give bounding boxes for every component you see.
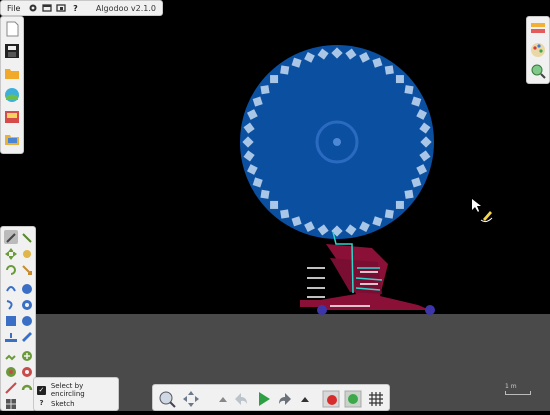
left-toolbar — [0, 16, 24, 154]
select-by-encircling-option[interactable]: ✓ Select by encircling — [37, 382, 118, 398]
spring-tool-icon[interactable] — [20, 297, 34, 311]
support-frame[interactable] — [300, 244, 430, 310]
algobox-icon[interactable] — [3, 108, 21, 126]
pan-icon[interactable] — [181, 389, 201, 409]
plane-tool-icon[interactable] — [4, 329, 18, 343]
rotate-tool-icon[interactable] — [4, 262, 18, 276]
simulation-canvas[interactable] — [0, 0, 550, 411]
cut-tool-icon[interactable] — [4, 281, 18, 295]
window-icon[interactable] — [54, 1, 68, 15]
select-tool-icon[interactable] — [4, 230, 18, 244]
layers-icon[interactable] — [529, 20, 547, 38]
browse-scenes-icon[interactable] — [3, 86, 21, 104]
sketch-cursor-icon — [480, 211, 493, 223]
help-icon[interactable]: ? — [68, 1, 82, 15]
app-title: Algodoo v2.1.0 — [95, 3, 156, 13]
rope-tool-icon[interactable] — [4, 297, 18, 311]
left-axle[interactable] — [317, 305, 327, 315]
wheel-tooth — [395, 75, 404, 84]
grid-icon[interactable] — [366, 389, 386, 409]
help-icon[interactable]: ? — [37, 399, 46, 408]
tracer-tool-icon[interactable] — [20, 380, 34, 394]
circle-tool-icon[interactable] — [20, 313, 34, 327]
wheel-tooth — [270, 200, 279, 209]
sketch-tool-icon[interactable] — [20, 230, 34, 244]
undo-icon[interactable] — [231, 389, 251, 409]
follow-icon[interactable] — [343, 389, 363, 409]
sketch-option[interactable]: ? Sketch — [37, 399, 75, 408]
fixate-tool-icon[interactable] — [20, 364, 34, 378]
hinge-tool-icon[interactable] — [20, 348, 34, 362]
scale-bar-label: 1 m — [505, 383, 517, 390]
redo-icon[interactable] — [275, 389, 295, 409]
wheel-tooth — [404, 85, 414, 95]
right-axle[interactable] — [425, 305, 435, 315]
wheel-tooth — [384, 209, 394, 219]
drag-tool-icon[interactable] — [20, 246, 34, 260]
select-by-encircling-label: Select by encircling — [50, 382, 85, 398]
wheel-tooth — [395, 200, 404, 209]
palette-icon[interactable] — [529, 41, 547, 59]
expand-up-icon[interactable] — [295, 389, 315, 409]
right-toolbar — [526, 16, 550, 84]
gear-tool-icon[interactable] — [20, 281, 34, 295]
bottom-toolbar — [152, 384, 390, 411]
scale-bar — [505, 391, 531, 395]
open-folder-icon[interactable] — [3, 64, 21, 82]
wheel-tooth — [260, 189, 270, 199]
checkbox-checked-icon[interactable]: ✓ — [37, 385, 46, 395]
gear-icon[interactable] — [26, 1, 40, 15]
wheel-tooth — [280, 65, 290, 75]
wheel-tooth — [384, 65, 394, 75]
file-menu[interactable]: File — [1, 4, 26, 13]
thruster-tool-icon[interactable] — [4, 364, 18, 378]
record-icon[interactable] — [321, 389, 341, 409]
collapse-up-icon[interactable] — [213, 389, 233, 409]
scale-tool-icon[interactable] — [20, 262, 34, 276]
chain-tool-icon[interactable] — [4, 348, 18, 362]
laser-tool-icon[interactable] — [4, 380, 18, 394]
wheel-tooth — [270, 75, 279, 84]
menu-bar: File ? Algodoo v2.1.0 — [0, 0, 163, 16]
wheel[interactable] — [240, 45, 434, 239]
zoom-icon[interactable] — [157, 389, 177, 409]
box-tool-icon[interactable] — [4, 313, 18, 327]
sketch-label: Sketch — [51, 399, 75, 408]
polygon-tool-icon[interactable] — [20, 329, 34, 343]
window-icon[interactable] — [40, 1, 54, 15]
tool-palette — [0, 226, 36, 411]
move-tool-icon[interactable] — [4, 246, 18, 260]
texture-tool-icon[interactable] — [4, 396, 18, 410]
wheel-tooth — [260, 85, 270, 95]
zoom-settings-icon[interactable] — [529, 62, 547, 80]
mouse-cursor-icon — [472, 199, 481, 212]
wheel-tooth — [404, 189, 414, 199]
selection-options-panel: ✓ Select by encircling ? Sketch — [33, 377, 119, 411]
new-scene-icon[interactable] — [3, 20, 21, 38]
save-icon[interactable] — [3, 42, 21, 60]
wheel-tooth — [280, 209, 290, 219]
folder-icon[interactable] — [3, 130, 21, 148]
play-icon[interactable] — [253, 389, 273, 409]
